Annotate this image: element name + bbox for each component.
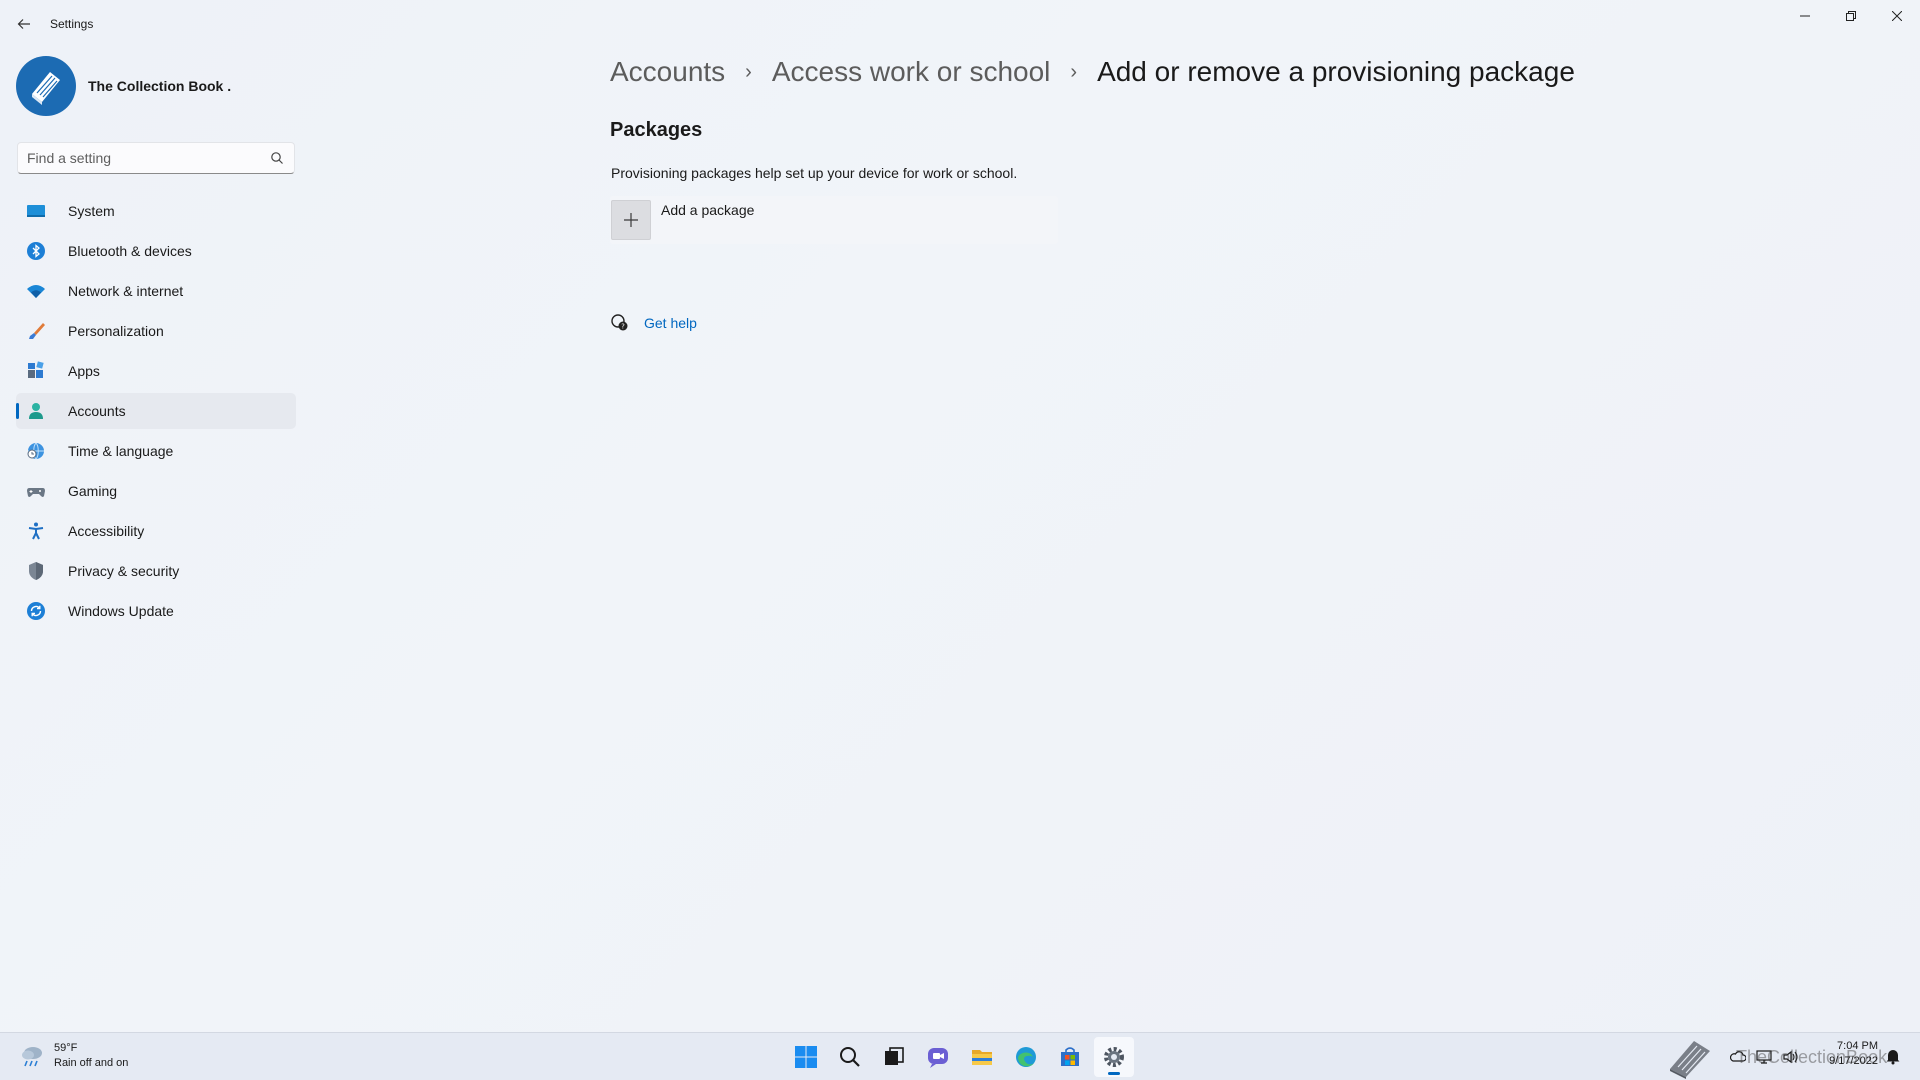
weather-description: Rain off and on bbox=[54, 1057, 129, 1069]
settings-window: Settings The Collection Book . Syste bbox=[0, 0, 1920, 1032]
sidebar-item-network[interactable]: Network & internet bbox=[16, 273, 296, 309]
store-button[interactable] bbox=[1050, 1037, 1090, 1077]
update-icon bbox=[26, 601, 46, 621]
task-view-icon bbox=[885, 1047, 904, 1065]
svg-text:?: ? bbox=[621, 323, 625, 331]
chat-button[interactable] bbox=[918, 1037, 958, 1077]
plus-icon bbox=[624, 213, 638, 227]
sidebar-item-label: Personalization bbox=[68, 323, 164, 339]
add-package-label: Add a package bbox=[661, 202, 755, 218]
clock-date: 9/17/2022 bbox=[1829, 1055, 1878, 1067]
back-button[interactable] bbox=[10, 12, 38, 36]
chat-icon bbox=[928, 1048, 948, 1068]
notification-icon[interactable] bbox=[1884, 1047, 1902, 1065]
search-input[interactable] bbox=[27, 143, 267, 173]
page-title: Add or remove a provisioning package bbox=[1097, 56, 1575, 87]
sidebar-item-label: System bbox=[68, 203, 115, 219]
file-explorer-button[interactable] bbox=[962, 1037, 1002, 1077]
sidebar-item-gaming[interactable]: Gaming bbox=[16, 473, 296, 509]
back-arrow-icon bbox=[17, 19, 30, 29]
bluetooth-icon bbox=[26, 241, 46, 261]
sidebar-item-accounts[interactable]: Accounts bbox=[16, 393, 296, 429]
sidebar-item-label: Privacy & security bbox=[68, 563, 180, 579]
minimize-button[interactable] bbox=[1782, 0, 1828, 32]
taskbar-apps bbox=[786, 1037, 1138, 1077]
sidebar-item-label: Network & internet bbox=[68, 283, 184, 299]
settings-taskbar-button[interactable] bbox=[1094, 1037, 1134, 1077]
rain-cloud-icon bbox=[22, 1047, 42, 1067]
edge-button[interactable] bbox=[1006, 1037, 1046, 1077]
search-icon bbox=[840, 1047, 860, 1067]
apps-icon bbox=[26, 361, 46, 381]
sidebar-item-label: Accounts bbox=[68, 403, 126, 419]
settings-search[interactable] bbox=[17, 142, 295, 174]
settings-icon bbox=[1104, 1047, 1124, 1067]
app-title: Settings bbox=[50, 17, 94, 31]
search-icon[interactable] bbox=[270, 151, 284, 165]
breadcrumb-access-work-school[interactable]: Access work or school bbox=[772, 56, 1051, 88]
start-button[interactable] bbox=[786, 1037, 826, 1077]
sidebar-item-bluetooth[interactable]: Bluetooth & devices bbox=[16, 233, 296, 269]
globe-clock-icon bbox=[26, 441, 46, 461]
task-view-button[interactable] bbox=[874, 1037, 914, 1077]
get-help-link[interactable]: Get help bbox=[644, 315, 697, 331]
restore-button[interactable] bbox=[1828, 0, 1874, 32]
breadcrumb-accounts[interactable]: Accounts bbox=[610, 56, 725, 88]
clock[interactable]: 7:04 PM 9/17/2022 bbox=[1818, 1039, 1878, 1069]
restore-icon bbox=[1846, 11, 1856, 21]
weather-widget[interactable]: 59°F Rain off and on bbox=[18, 1041, 128, 1071]
packages-description: Provisioning packages help set up your d… bbox=[611, 165, 1018, 181]
help-chat-icon: ? bbox=[611, 314, 628, 331]
sidebar-item-label: Apps bbox=[68, 363, 100, 379]
file-explorer-icon bbox=[972, 1050, 992, 1065]
sidebar-item-label: Bluetooth & devices bbox=[68, 243, 192, 259]
sidebar-item-time-language[interactable]: Time & language bbox=[16, 433, 296, 469]
start-icon bbox=[795, 1046, 817, 1068]
sidebar-item-apps[interactable]: Apps bbox=[16, 353, 296, 389]
person-icon bbox=[26, 401, 46, 421]
brush-icon bbox=[26, 321, 46, 341]
sidebar-item-privacy[interactable]: Privacy & security bbox=[16, 553, 296, 589]
title-bar: Settings bbox=[0, 0, 1920, 48]
breadcrumb: Accounts › Access work or school › Add o… bbox=[610, 56, 1575, 88]
user-profile[interactable]: The Collection Book . bbox=[16, 56, 231, 116]
sidebar-item-label: Accessibility bbox=[68, 523, 145, 539]
chevron-right-icon: › bbox=[745, 60, 752, 83]
book-logo-icon bbox=[32, 72, 60, 105]
sidebar-item-windows-update[interactable]: Windows Update bbox=[16, 593, 296, 629]
weather-temperature: 59°F bbox=[54, 1042, 78, 1054]
packages-heading: Packages bbox=[610, 119, 703, 141]
edge-icon bbox=[1016, 1047, 1036, 1067]
gamepad-icon bbox=[26, 481, 46, 501]
taskbar-search-button[interactable] bbox=[830, 1037, 870, 1077]
sidebar-item-system[interactable]: System bbox=[16, 193, 296, 229]
profile-name: The Collection Book . bbox=[88, 78, 232, 94]
add-package-card[interactable]: Add a package bbox=[610, 196, 1058, 244]
sidebar-item-accessibility[interactable]: Accessibility bbox=[16, 513, 296, 549]
avatar bbox=[16, 56, 76, 116]
chevron-right-icon: › bbox=[1070, 60, 1078, 83]
store-icon bbox=[1061, 1047, 1079, 1066]
book-watermark-icon bbox=[1670, 1041, 1710, 1079]
shield-icon bbox=[26, 561, 46, 581]
system-icon bbox=[26, 201, 46, 221]
sidebar-item-label: Gaming bbox=[68, 483, 118, 499]
clock-time: 7:04 PM bbox=[1837, 1040, 1878, 1052]
minimize-icon bbox=[1800, 15, 1810, 17]
add-package-button[interactable] bbox=[611, 200, 651, 240]
accessibility-icon bbox=[26, 521, 46, 541]
sidebar-item-label: Windows Update bbox=[68, 603, 174, 619]
close-icon bbox=[1892, 11, 1902, 21]
close-button[interactable] bbox=[1874, 0, 1920, 32]
sidebar-item-personalization[interactable]: Personalization bbox=[16, 313, 296, 349]
wifi-icon bbox=[26, 281, 46, 301]
taskbar: 59°F Rain off and on TheCollectionBook 7… bbox=[0, 1032, 1920, 1080]
get-help[interactable]: ? Get help bbox=[610, 313, 697, 333]
sidebar-nav: System Bluetooth & devices Network & int… bbox=[16, 193, 296, 633]
sidebar-item-label: Time & language bbox=[68, 443, 174, 459]
